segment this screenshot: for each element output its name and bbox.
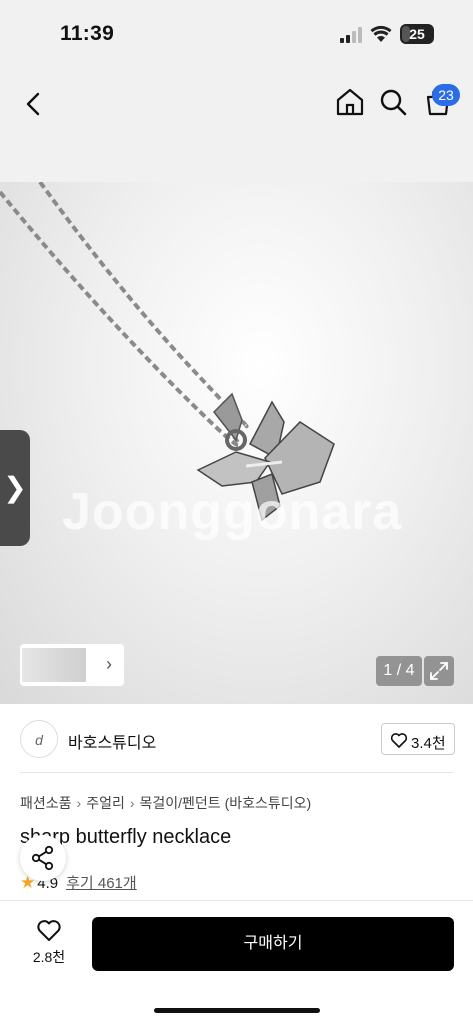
chevron-right-icon[interactable]: › xyxy=(106,654,112,675)
battery-percent: 25 xyxy=(409,26,425,42)
heart-icon xyxy=(37,920,61,941)
divider xyxy=(20,772,453,773)
expand-icon[interactable] xyxy=(424,656,454,686)
battery-icon: 25 xyxy=(400,24,434,44)
search-icon[interactable] xyxy=(378,87,408,117)
share-icon[interactable] xyxy=(20,835,66,881)
breadcrumb-item[interactable]: 주얼리 xyxy=(86,795,125,811)
seller-avatar[interactable]: d xyxy=(20,720,58,758)
product-image-gallery[interactable]: Joonggonara ❯ › 1 / 4 xyxy=(0,182,473,704)
necklace-photo xyxy=(0,182,335,522)
status-time: 11:39 xyxy=(60,22,115,45)
image-page-counter: 1 / 4 xyxy=(376,656,422,686)
top-nav: 23 xyxy=(0,70,473,182)
cart-count-badge: 23 xyxy=(432,84,460,106)
chevron-right-icon: › xyxy=(76,795,82,811)
bottom-action-bar: 2.8천 구매하기 xyxy=(0,900,473,1024)
like-button[interactable]: 2.8천 xyxy=(24,917,74,971)
home-indicator xyxy=(154,1008,320,1013)
review-link[interactable]: 후기 461개 xyxy=(66,875,137,892)
status-bar: 11:39 25 xyxy=(0,0,473,70)
home-icon[interactable] xyxy=(334,86,366,118)
chevron-left-icon[interactable] xyxy=(18,88,50,120)
breadcrumb: 패션소품 › 주얼리 › 목걸이/펜던트 (바호스튜디오) xyxy=(20,793,311,813)
watermark-text: Joonggonara xyxy=(62,483,403,541)
thumbnail-strip[interactable]: › xyxy=(20,644,124,686)
signal-icon xyxy=(340,27,362,43)
breadcrumb-item[interactable]: 패션소품 xyxy=(20,795,72,811)
buy-button[interactable]: 구매하기 xyxy=(92,917,454,971)
thumbnail-image[interactable] xyxy=(22,648,86,682)
breadcrumb-item[interactable]: 목걸이/펜던트 (바호스튜디오) xyxy=(140,795,312,811)
side-tab-toggle[interactable]: ❯ xyxy=(0,430,30,546)
chevron-right-icon: › xyxy=(129,795,135,811)
wifi-icon xyxy=(370,25,392,42)
seller-name[interactable]: 바호스튜디오 xyxy=(68,729,156,753)
battery-level xyxy=(402,26,410,42)
seller-row[interactable]: d 바호스튜디오 3.4천 xyxy=(0,704,473,774)
like-count: 2.8천 xyxy=(32,949,66,965)
seller-favorite-button[interactable]: 3.4천 xyxy=(381,723,455,755)
favorite-count: 3.4천 xyxy=(411,735,446,752)
heart-icon xyxy=(390,733,408,748)
